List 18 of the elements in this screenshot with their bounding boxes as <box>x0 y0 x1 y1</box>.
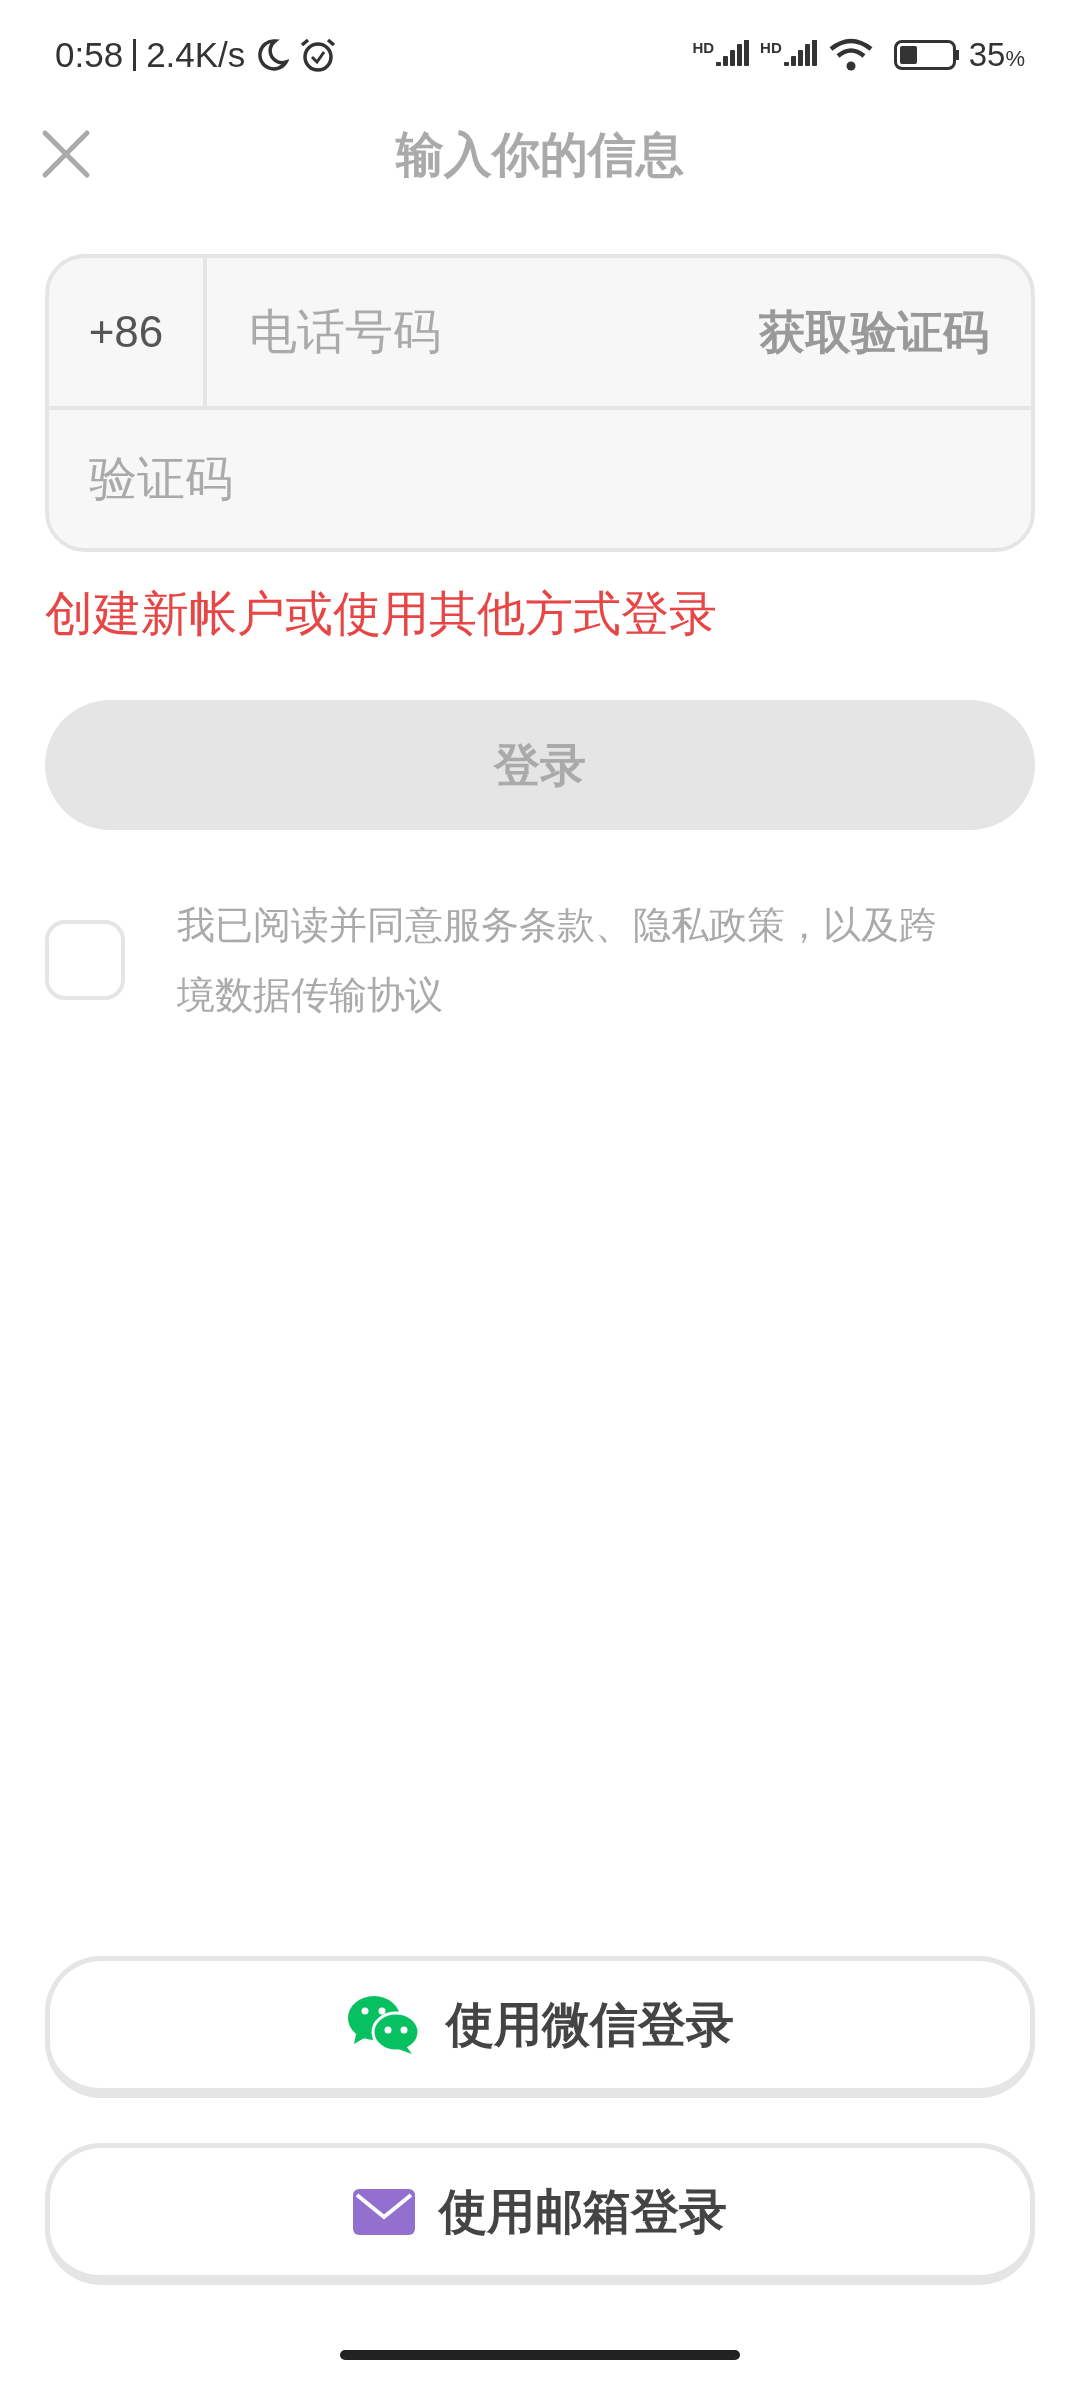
network-speed: 2.4K/s <box>146 33 246 76</box>
alarm-icon <box>299 37 338 73</box>
moon-icon <box>255 38 290 72</box>
email-login-button[interactable]: 使用邮箱登录 <box>45 2143 1035 2285</box>
wifi-icon <box>827 38 874 72</box>
time: 0:58 <box>55 33 124 76</box>
battery-icon <box>893 40 959 70</box>
signal-type-label: HD <box>760 40 782 55</box>
create-account-link[interactable]: 创建新帐户或使用其他方式登录 <box>45 578 717 650</box>
close-icon <box>41 129 91 179</box>
wechat-login-button[interactable]: 使用微信登录 <box>45 1956 1035 2098</box>
signal-type-label: HD <box>692 40 715 55</box>
envelope-icon <box>353 2188 415 2235</box>
page-title: 输入你的信息 <box>396 127 684 183</box>
agreement-text: 我已阅读并同意服务条款、隐私政策，以及跨境数据传输协议 <box>177 903 938 1018</box>
close-button[interactable] <box>40 128 92 180</box>
agreement-checkbox[interactable] <box>45 920 125 1000</box>
battery-percent: 35% <box>968 35 1025 76</box>
